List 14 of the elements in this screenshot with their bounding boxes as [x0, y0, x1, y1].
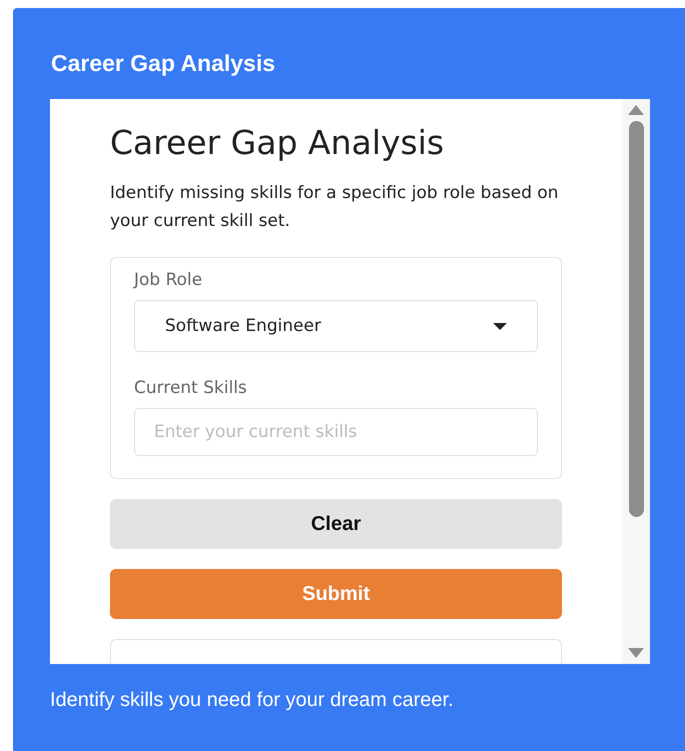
field-label: Job Role	[134, 270, 204, 290]
panel-footer: Identify skills you need for your dream career.	[50, 689, 685, 712]
form-heading: Career Gap Analysis	[110, 122, 445, 164]
job-role-select[interactable]: Software Engineer	[134, 300, 538, 352]
caret-icon	[493, 322, 507, 330]
scroll-up-icon[interactable]	[628, 105, 644, 115]
scroll-down-icon[interactable]	[628, 648, 644, 658]
scrollbar-thumb[interactable]	[628, 121, 644, 517]
skills-input[interactable]: Enter your current skills	[134, 408, 538, 456]
scrollbar[interactable]	[622, 99, 650, 664]
field-label: Current Skills	[134, 378, 248, 398]
form-description: Identify missing skills for a specific job role based on your current skill set.	[110, 182, 560, 233]
clear-button[interactable]: Clear	[110, 499, 562, 549]
panel-title: Career Gap Analysis	[51, 50, 276, 77]
